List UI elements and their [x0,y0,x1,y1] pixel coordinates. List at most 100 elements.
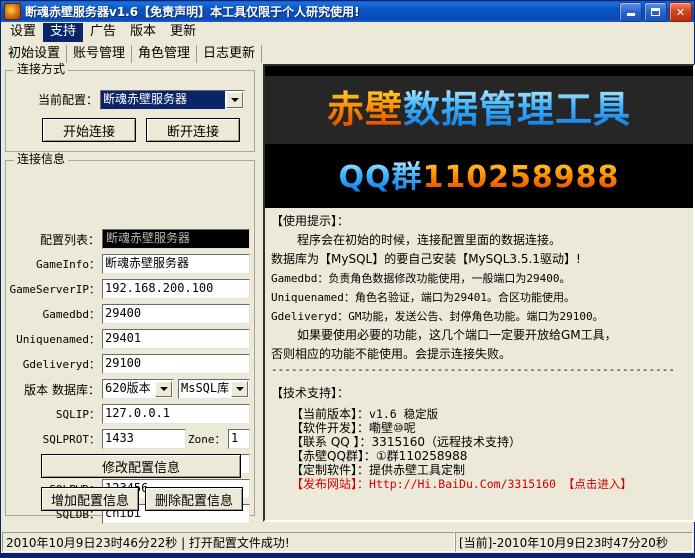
banner-title-blue: 数据管理工具 [403,88,631,131]
banner-qq-label: QQ群 [339,160,423,195]
support-key-qq-group: 【赤壁QQ群】 [291,449,364,463]
start-connection-button[interactable]: 开始连接 [42,118,136,142]
version-combo[interactable]: 620版本 [102,379,174,399]
gameserverip-label: GameServerIP： [6,283,100,297]
sqlip-label: SQLIP： [6,408,100,422]
banner-qq-number: 110258988 [423,160,620,195]
menu-bar: 设置 支持 广告 版本 更新 [1,22,694,43]
version-db-label: 版本 数据库： [8,383,100,397]
support-row-version: 【当前版本】：v1.6 稳定版 [291,407,693,421]
status-bar-inner: 2010年10月9日23时46分22秒 | 打开配置文件成功! [当前]-201… [2,532,693,552]
support-sep: ： [357,477,369,491]
current-config-combo[interactable]: 断魂赤壁服务器 [100,90,245,110]
config-list-label: 配置列表： [8,233,100,247]
chevron-down-icon[interactable] [231,381,248,397]
support-value-website[interactable]: Http://Hi.BaiDu.Com/3315160 【点击进入】 [369,477,632,491]
support-sep: ： [360,435,372,449]
delete-config-button[interactable]: 删除配置信息 [145,487,243,511]
help-spacer [271,376,687,384]
connection-info-caption: 连接信息 [14,153,68,165]
tab-role-management[interactable]: 角色管理 [132,45,197,64]
support-block: 【当前版本】：v1.6 稳定版 【软件开发】：嘞壁⑩呢 【联系 QQ 】：331… [265,403,693,491]
gameserverip-input[interactable]: 192.168.200.100 [102,279,250,299]
gdeliveryd-input[interactable]: 29100 [102,354,250,374]
banner-title: 赤壁数据管理工具 [265,82,693,138]
help-line-1: 数据库为【MySQL】的要自己安装【MySQL3.5.1驱动】! [271,250,687,269]
content-area: 连接方式 当前配置： 断魂赤壁服务器 开始连接 断开连接 连接信息 配置列表： … [1,64,694,524]
help-line-3: Uniquenamed：角色名验证，端口为29401。合区功能使用。 [271,288,687,307]
support-row-custom: 【定制软件】：提供赤壁工具定制 [291,463,693,477]
gamedbd-label: Gamedbd： [6,308,100,322]
config-list-box[interactable]: 断魂赤壁服务器 [102,229,250,249]
support-key-custom: 【定制软件】 [291,463,357,477]
title-bar: 断魂赤壁服务器v1.6【免责声明】本工具仅限于个人研究使用! ✕ [1,1,694,22]
support-value-qq: 3315160（远程技术支持） [372,435,521,449]
gdeliveryd-label: Gdeliveryd： [6,358,100,372]
help-text: 【使用提示】： 程序会在初始的时候，连接配置里面的数据连接。 数据库为【MySQ… [265,208,693,403]
gameinfo-input[interactable]: 断魂赤壁服务器 [102,254,250,274]
disconnect-button[interactable]: 断开连接 [146,118,240,142]
support-key-website: 【发布网站】 [291,477,357,491]
help-heading: 【使用提示】： [271,212,687,231]
info-pane: 赤壁数据管理工具 QQ群110258988 【使用提示】： 程序会在初始的时候，… [263,64,695,522]
menu-item-version[interactable]: 版本 [123,23,163,42]
tab-log-update[interactable]: 日志更新 [197,45,262,64]
support-row-developer: 【软件开发】：嘞壁⑩呢 [291,421,693,435]
banner-qq: QQ群110258988 [265,158,693,198]
zone-input[interactable]: 1 [228,429,250,449]
uniquenamed-input[interactable]: 29401 [102,329,250,349]
support-key-qq: 【联系 QQ 】 [291,435,360,449]
database-combo[interactable]: MsSQL库 [178,379,250,399]
help-line-2: Gamedbd：负责角色数据修改功能使用，一般端口为29400。 [271,269,687,288]
add-config-button[interactable]: 增加配置信息 [41,487,139,511]
uniquenamed-label: Uniquenamed： [6,333,100,347]
window-controls: ✕ [619,2,692,22]
help-line-6: 否则相应的功能不能使用。会提示连接失败。 [271,345,687,364]
tab-account-management[interactable]: 账号管理 [67,45,132,64]
support-sep: ： [357,407,369,421]
sqlprot-label: SQLPROT： [6,433,100,447]
support-key-version: 【当前版本】 [291,407,357,421]
gameinfo-label: GameInfo： [6,258,100,272]
database-value: MsSQL库 [179,380,230,398]
maximize-button[interactable] [644,2,667,22]
close-button[interactable]: ✕ [669,2,692,22]
status-message: 2010年10月9日23时46分22秒 | 打开配置文件成功! [2,532,455,552]
support-row-website[interactable]: 【发布网站】：Http://Hi.BaiDu.Com/3315160 【点击进入… [291,477,693,491]
support-row-qq-group: 【赤壁QQ群】：①群110258988 [291,449,693,463]
menu-item-settings[interactable]: 设置 [3,23,43,42]
zone-label: Zone： [188,433,226,447]
support-value-version: v1.6 稳定版 [369,407,438,421]
current-config-label: 当前配置： [20,93,98,107]
help-line-4: Gdeliveryd：GM功能，发送公告、封停角色功能。端口为29100。 [271,307,687,326]
support-sep: ： [357,421,369,435]
menu-item-update[interactable]: 更新 [163,23,203,42]
status-clock: [当前]-2010年10月9日23时47分20秒 [455,532,693,552]
window-bottom-edge [1,553,694,557]
gamedbd-input[interactable]: 29400 [102,304,250,324]
support-key-developer: 【软件开发】 [291,421,357,435]
support-value-custom: 提供赤壁工具定制 [369,463,465,477]
menu-item-ads[interactable]: 广告 [83,23,123,42]
support-sep: ： [364,449,376,463]
banner-image: 赤壁数据管理工具 QQ群110258988 [265,66,693,208]
current-config-value: 断魂赤壁服务器 [101,91,225,109]
menu-item-support[interactable]: 支持 [43,23,83,42]
sqlprot-input[interactable]: 1433 [102,429,186,449]
help-divider: ----------------------------------------… [271,364,687,376]
application-window: 断魂赤壁服务器v1.6【免责声明】本工具仅限于个人研究使用! ✕ 设置 支持 广… [0,0,695,558]
connection-method-group: 连接方式 当前配置： 断魂赤壁服务器 开始连接 断开连接 [5,70,255,152]
modify-config-button[interactable]: 修改配置信息 [41,454,241,478]
support-row-qq: 【联系 QQ 】：3315160（远程技术支持） [291,435,693,449]
support-heading: 【技术支持】： [271,384,687,403]
chevron-down-icon[interactable] [155,381,172,397]
minimize-button[interactable] [619,2,642,22]
help-line-5: 如果要使用必要的功能，这几个端口一定要开放给GM工具， [271,326,687,345]
support-value-qq-group: ①群110258988 [376,449,467,463]
sqlip-input[interactable]: 127.0.0.1 [102,404,250,424]
window-title: 断魂赤壁服务器v1.6【免责声明】本工具仅限于个人研究使用! [25,3,360,20]
help-line-0: 程序会在初始的时候，连接配置里面的数据连接。 [271,231,687,250]
version-value: 620版本 [103,380,154,398]
app-icon [4,3,21,20]
chevron-down-icon[interactable] [226,92,243,108]
